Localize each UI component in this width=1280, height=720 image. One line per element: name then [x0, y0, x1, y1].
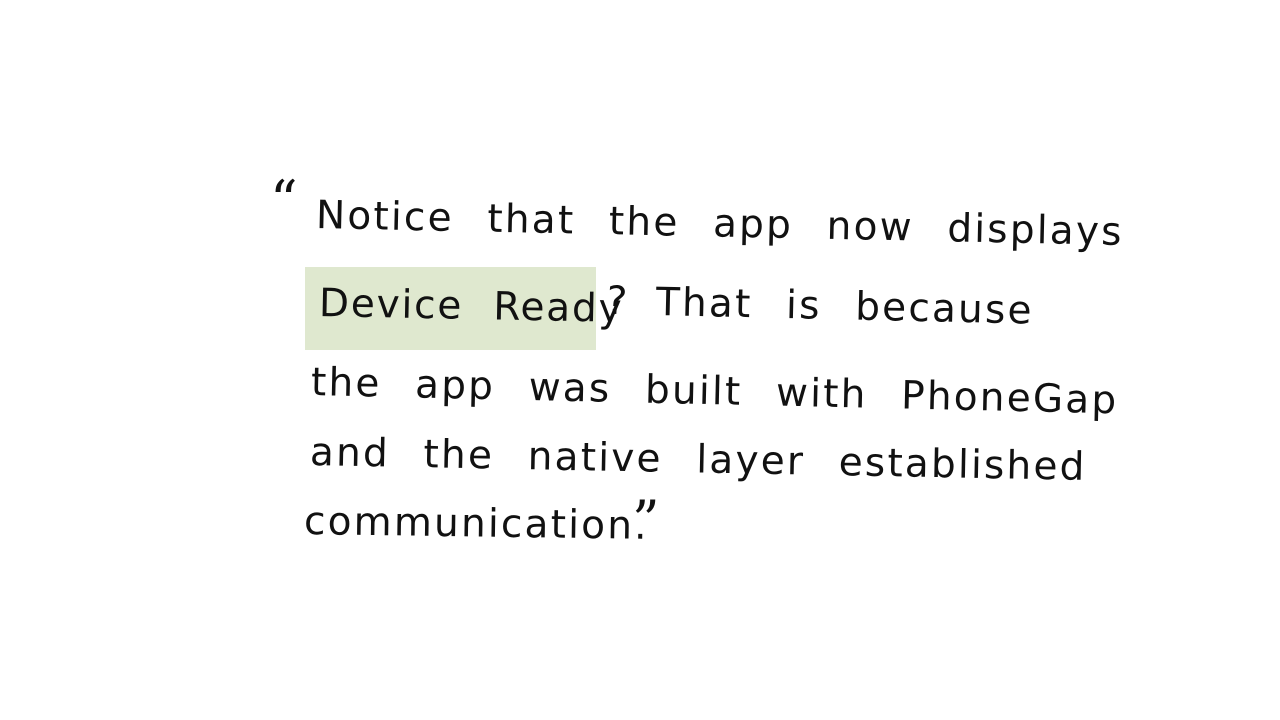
handwritten-quote: “ Notice that the app now displays Devic… — [0, 0, 1280, 720]
open-quote-mark: “ — [270, 169, 298, 232]
quote-line-2: That is because — [655, 280, 1035, 334]
quote-line-4: and the native layer established — [309, 430, 1088, 490]
highlighted-phrase: Device Ready — [318, 281, 624, 332]
quote-line-3: the app was built with PhoneGap — [310, 360, 1119, 424]
close-quote-mark: ” — [632, 489, 660, 552]
quote-line-5: communication. — [303, 499, 650, 549]
highlighted-phrase-box: Device Ready — [305, 267, 624, 350]
question-mark: ? — [604, 278, 629, 325]
quote-line-1: Notice that the app now displays — [315, 193, 1125, 255]
slide: “ Notice that the app now displays Devic… — [0, 0, 1280, 720]
